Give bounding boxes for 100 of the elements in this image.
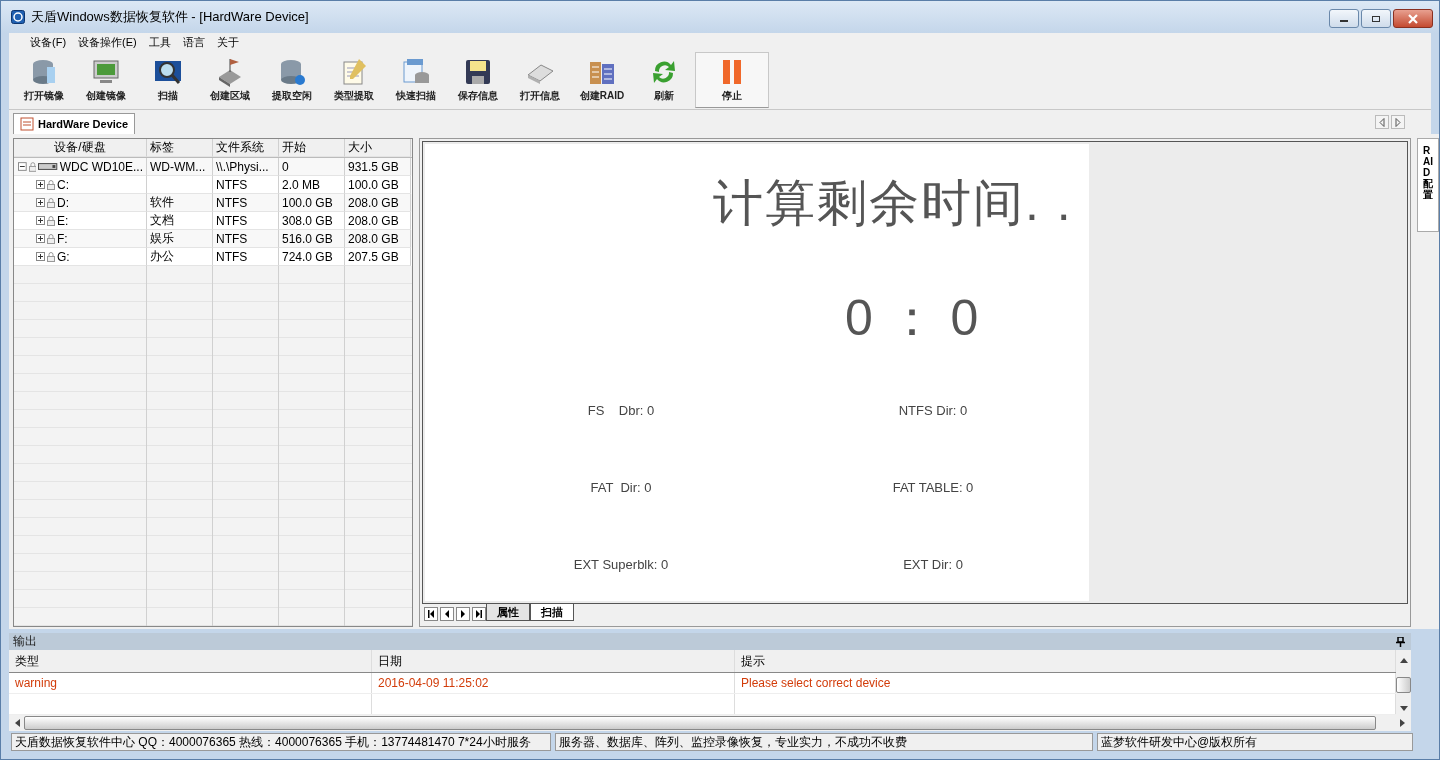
panel-title: 输出 bbox=[13, 633, 37, 650]
toolbar-button[interactable]: 提取空闲 bbox=[261, 52, 323, 108]
tree-cell: 娱乐 bbox=[147, 230, 213, 248]
toolbar-button[interactable]: 类型提取 bbox=[323, 52, 385, 108]
scan-stat: FAT TABLE: 0 bbox=[892, 480, 974, 495]
next-page-button[interactable] bbox=[456, 607, 470, 621]
expander-icon[interactable] bbox=[36, 252, 45, 261]
scrollbar-thumb[interactable] bbox=[24, 716, 1376, 730]
left-arrow-icon bbox=[1379, 117, 1385, 127]
scan-stat: EXT Superblk: 0 bbox=[573, 557, 669, 572]
log-cell: 2016-04-09 11:25:02 bbox=[372, 673, 735, 693]
tree-cell: NTFS bbox=[213, 230, 279, 248]
tree-cell: 软件 bbox=[147, 194, 213, 212]
tree-cell: WD-WM... bbox=[147, 158, 213, 176]
close-icon bbox=[1407, 13, 1419, 24]
maximize-button[interactable] bbox=[1361, 9, 1391, 28]
lock-icon bbox=[47, 215, 55, 226]
expander-icon[interactable] bbox=[36, 234, 45, 243]
tree-cell: \\.\Physi... bbox=[213, 158, 279, 176]
scan-stat: FS Dbr: 0 bbox=[587, 403, 655, 418]
pin-icon[interactable] bbox=[1396, 636, 1405, 647]
left-arrow-icon[interactable] bbox=[15, 719, 20, 727]
menu-item[interactable]: 工具 bbox=[143, 34, 176, 50]
column-header[interactable]: 开始 bbox=[279, 139, 345, 157]
scan-stat: NTFS Dir: 0 bbox=[898, 403, 968, 418]
last-page-button[interactable] bbox=[472, 607, 486, 621]
tree-row[interactable]: WDC WD10E... WD-WM... \\.\Physi... 0 931.5 GB bbox=[14, 158, 412, 176]
last-icon bbox=[475, 610, 483, 618]
tree-cell: E: bbox=[57, 213, 69, 228]
toolbar-button[interactable]: 创建RAID bbox=[571, 52, 633, 108]
maximize-icon bbox=[1371, 14, 1381, 23]
toolbar-button[interactable]: 打开镜像 bbox=[13, 52, 75, 108]
app-icon bbox=[11, 10, 25, 24]
scrollbar-thumb[interactable] bbox=[1396, 676, 1411, 693]
toolbar-button[interactable]: 创建区域 bbox=[199, 52, 261, 108]
lock-icon bbox=[47, 233, 55, 244]
menu-item[interactable]: 设备操作(E) bbox=[73, 34, 142, 50]
close-button[interactable] bbox=[1393, 9, 1433, 28]
right-arrow-icon bbox=[1395, 117, 1401, 127]
right-arrow-icon[interactable] bbox=[1400, 719, 1405, 727]
column-header[interactable]: 日期 bbox=[372, 650, 735, 672]
left-arrow-icon bbox=[443, 610, 451, 618]
expander-icon[interactable] bbox=[36, 180, 45, 189]
tree-cell: 0 bbox=[279, 158, 345, 176]
toolbar-button[interactable]: 扫描 bbox=[137, 52, 199, 108]
tree-cell: 516.0 GB bbox=[279, 230, 345, 248]
sheet-tab[interactable]: 属性 bbox=[486, 604, 530, 621]
status-text: 服务器、数据库、阵列、监控录像恢复，专业实力，不成功不收费 bbox=[555, 733, 1093, 751]
first-page-button[interactable] bbox=[424, 607, 438, 621]
log-cell: warning bbox=[9, 673, 372, 693]
lock-icon bbox=[47, 179, 55, 190]
tree-cell: 208.0 GB bbox=[345, 194, 411, 212]
menu-item[interactable]: 设备(F) bbox=[25, 34, 72, 50]
menu-item[interactable]: 语言 bbox=[177, 34, 210, 50]
scan-stat: EXT Dir: 0 bbox=[903, 557, 963, 572]
first-icon bbox=[427, 610, 435, 618]
minimize-button[interactable] bbox=[1329, 9, 1359, 28]
sheet-tab[interactable]: 扫描 bbox=[530, 604, 574, 621]
tree-row[interactable]: D: 软件 NTFS 100.0 GB 208.0 GB bbox=[14, 194, 412, 212]
tree-cell: C: bbox=[57, 177, 69, 192]
time-readout: 0 ： 0 bbox=[845, 289, 980, 348]
hard-drive-icon bbox=[38, 162, 58, 171]
document-tab[interactable]: HardWare Device bbox=[13, 113, 136, 134]
column-header[interactable]: 文件系统 bbox=[213, 139, 279, 157]
status-text: 天盾数据恢复软件中心 QQ：4000076365 热线：4000076365 手机：13774481470 7*24小时服务 bbox=[11, 733, 551, 751]
down-arrow-icon[interactable] bbox=[1399, 706, 1408, 711]
toolbar-button[interactable]: 刷新 bbox=[633, 52, 695, 108]
toolbar-button[interactable]: 打开信息 bbox=[509, 52, 571, 108]
column-header[interactable]: 标签 bbox=[147, 139, 213, 157]
up-arrow-icon[interactable] bbox=[1399, 658, 1408, 663]
window-title: 天盾Windows数据恢复软件 - [HardWare Device] bbox=[31, 8, 310, 26]
previous-page-button[interactable] bbox=[440, 607, 454, 621]
menu-item[interactable]: 关于 bbox=[211, 34, 244, 50]
lock-icon bbox=[28, 161, 37, 172]
lock-icon bbox=[47, 251, 55, 262]
vertical-scrollbar[interactable] bbox=[1396, 650, 1411, 715]
tree-cell: 931.5 GB bbox=[345, 158, 411, 176]
scan-stat: FAT Dir: 0 bbox=[590, 480, 652, 495]
toolbar-button[interactable]: 停止 bbox=[695, 52, 769, 108]
expander-icon[interactable] bbox=[36, 198, 45, 207]
right-arrow-icon bbox=[459, 610, 467, 618]
side-tab[interactable]: RAID配置 bbox=[1417, 138, 1439, 232]
tree-cell: 100.0 GB bbox=[279, 194, 345, 212]
tree-cell: D: bbox=[57, 195, 69, 210]
tree-cell: NTFS bbox=[213, 194, 279, 212]
column-header[interactable]: 设备/硬盘 bbox=[14, 139, 147, 157]
toolbar-button[interactable]: 创建镜像 bbox=[75, 52, 137, 108]
tree-cell: WDC WD10E... bbox=[59, 159, 143, 174]
expander-icon[interactable] bbox=[36, 216, 45, 225]
tree-cell: F: bbox=[57, 231, 68, 246]
column-header[interactable]: 类型 bbox=[9, 650, 372, 672]
scan-heading: 计算剩余时间. . bbox=[713, 174, 1074, 233]
tree-row[interactable]: F: 娱乐 NTFS 516.0 GB 208.0 GB bbox=[14, 230, 412, 248]
tree-cell: 208.0 GB bbox=[345, 230, 411, 248]
expander-icon[interactable] bbox=[18, 162, 27, 171]
toolbar-button[interactable]: 快速扫描 bbox=[385, 52, 447, 108]
horizontal-scrollbar[interactable] bbox=[9, 715, 1411, 731]
column-header[interactable]: 大小 bbox=[345, 139, 411, 157]
document-icon bbox=[20, 117, 34, 131]
toolbar-button[interactable]: 保存信息 bbox=[447, 52, 509, 108]
